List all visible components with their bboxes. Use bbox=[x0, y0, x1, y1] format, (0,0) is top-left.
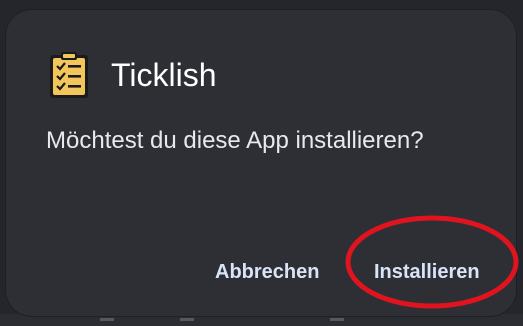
background-tick bbox=[330, 318, 344, 321]
install-button[interactable]: Installieren bbox=[370, 254, 484, 290]
cancel-button[interactable]: Abbrechen bbox=[211, 254, 323, 290]
install-dialog: Ticklish Möchtest du diese App installie… bbox=[6, 10, 516, 316]
background-tick bbox=[180, 318, 194, 321]
app-name: Ticklish bbox=[111, 57, 217, 93]
background-tick bbox=[100, 318, 114, 321]
install-prompt: Möchtest du diese App installieren? bbox=[46, 127, 424, 154]
clipboard-checklist-icon bbox=[50, 52, 88, 98]
